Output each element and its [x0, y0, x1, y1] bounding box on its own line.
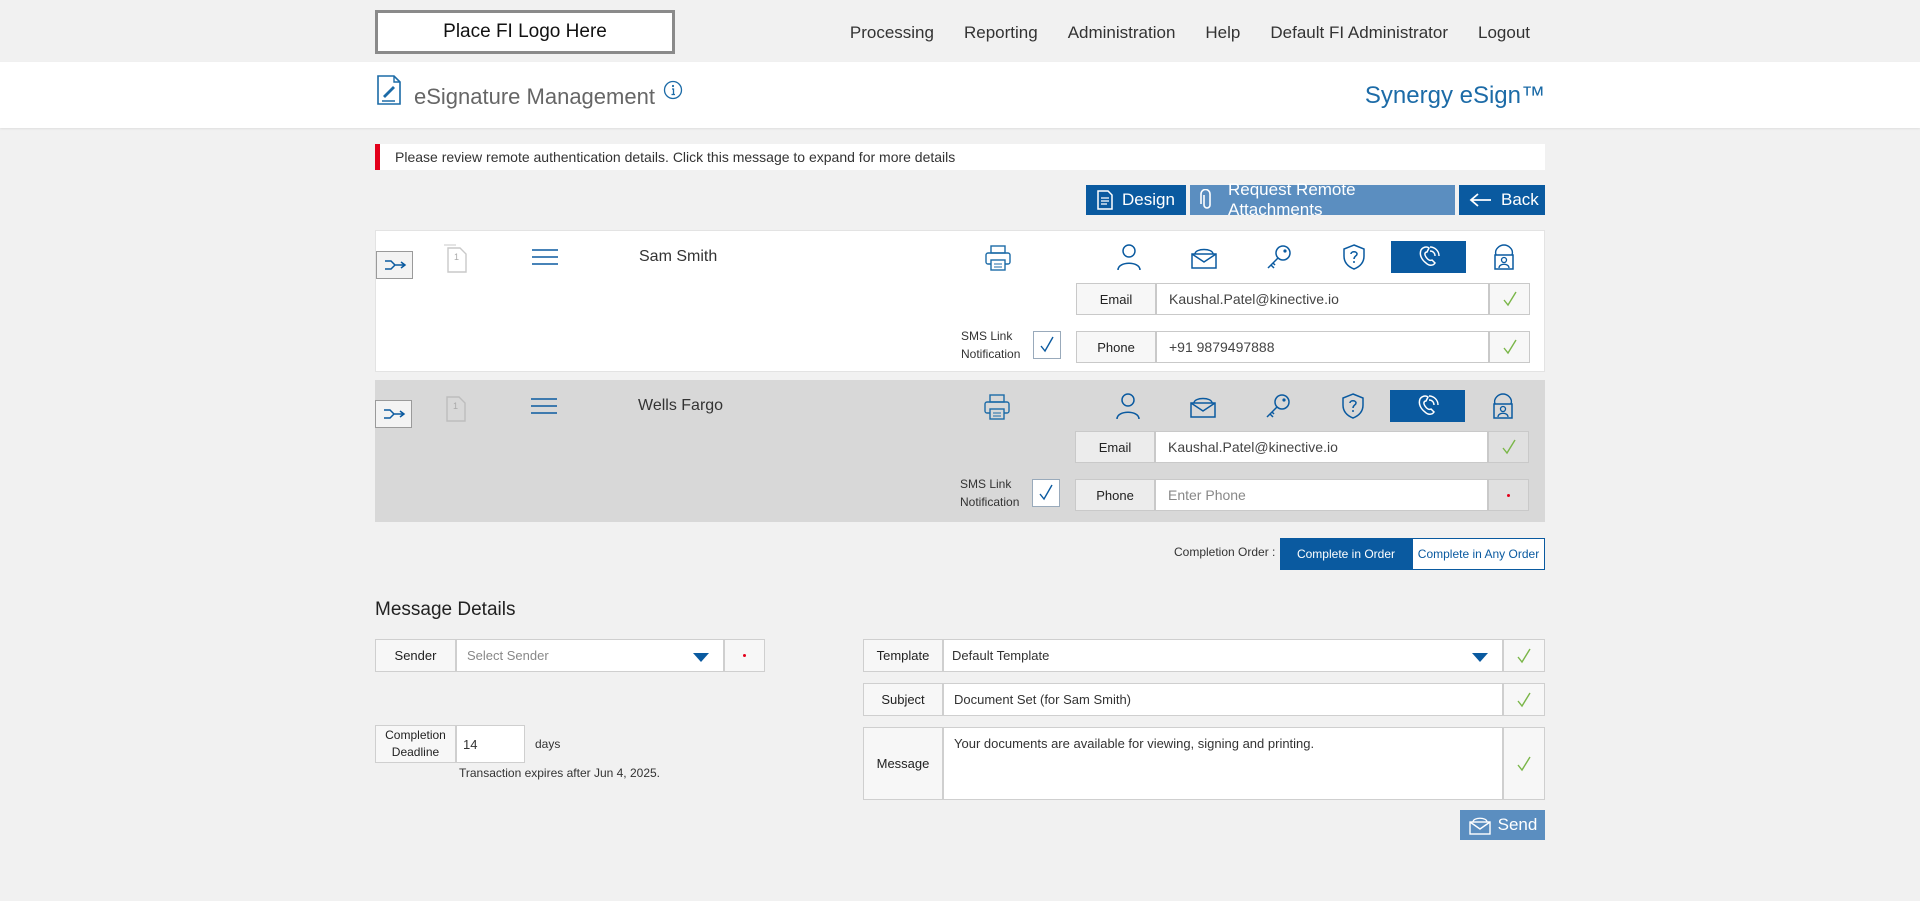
auth-shield-question-icon[interactable]	[1315, 390, 1390, 422]
email-field[interactable]: Kaushal.Patel@kinective.io	[1156, 283, 1489, 315]
chevron-down-icon	[693, 653, 709, 662]
template-label: Template	[863, 639, 943, 672]
info-icon[interactable]	[663, 80, 683, 100]
nav-logout[interactable]: Logout	[1478, 23, 1530, 43]
auth-email-icon[interactable]	[1166, 241, 1241, 273]
auth-bank-id-icon[interactable]	[1466, 241, 1541, 273]
subject-label: Subject	[863, 683, 943, 716]
days-label: days	[535, 737, 561, 751]
auth-person-icon[interactable]	[1091, 241, 1166, 273]
email-valid-check-icon	[1489, 283, 1530, 315]
completion-deadline-input[interactable]: 14	[456, 725, 525, 763]
auth-phone-icon[interactable]	[1390, 390, 1465, 422]
request-remote-attachments-button[interactable]: Request Remote Attachments	[1190, 180, 1455, 219]
chevron-down-icon	[1472, 653, 1488, 662]
template-valid-check-icon	[1503, 639, 1545, 672]
email-label: Email	[1076, 283, 1156, 315]
svg-text:1: 1	[454, 252, 459, 262]
signer-row: 1 Wells Fargo Email Kaushal.Patel@kinect…	[375, 380, 1545, 522]
message-label: Message	[863, 727, 943, 800]
printer-icon[interactable]	[984, 244, 1012, 272]
document-count-icon: 1	[441, 393, 467, 423]
sender-required-indicator	[724, 639, 765, 672]
template-select[interactable]: Default Template	[943, 639, 1503, 672]
auth-person-icon[interactable]	[1090, 390, 1165, 422]
email-label: Email	[1075, 431, 1155, 463]
completion-order-label: Completion Order :	[1174, 545, 1276, 559]
phone-label: Phone	[1076, 331, 1156, 363]
completion-deadline-label: Completion Deadline	[375, 725, 456, 763]
phone-required-indicator	[1488, 479, 1529, 511]
sms-notification-checkbox[interactable]	[1033, 331, 1061, 359]
design-document-icon	[1096, 190, 1114, 210]
fi-logo-placeholder: Place FI Logo Here	[375, 10, 675, 54]
sms-link-notification-label: SMS Link Notification	[960, 477, 1020, 509]
nav-help[interactable]: Help	[1205, 23, 1240, 43]
route-signer-button[interactable]	[376, 251, 413, 279]
send-label: Send	[1497, 815, 1538, 834]
document-count-icon: 1	[442, 244, 468, 274]
nav-reporting[interactable]: Reporting	[964, 23, 1038, 43]
sms-notification-checkbox[interactable]	[1032, 479, 1060, 507]
signer-name: Wells Fargo	[638, 397, 724, 414]
sms-link-notification-label: SMS Link Notification	[961, 329, 1021, 361]
phone-valid-check-icon	[1489, 331, 1530, 363]
nav-user-account[interactable]: Default FI Administrator	[1270, 23, 1448, 43]
subject-valid-check-icon	[1503, 683, 1545, 716]
signer-name: Sam Smith	[639, 248, 718, 265]
message-textarea[interactable]: Your documents are available for viewing…	[943, 727, 1503, 800]
hamburger-menu-icon[interactable]	[530, 397, 558, 415]
page-title: eSignature Management	[414, 84, 655, 109]
transaction-expiry-text: Transaction expires after Jun 4, 2025.	[459, 766, 660, 780]
phone-field[interactable]: +91 9879497888	[1156, 331, 1489, 363]
nav-processing[interactable]: Processing	[850, 23, 934, 43]
arrow-left-icon	[1469, 193, 1493, 207]
auth-bank-id-icon[interactable]	[1465, 390, 1540, 422]
auth-method-selector	[1091, 241, 1541, 273]
send-envelope-icon	[1468, 815, 1492, 835]
paperclip-icon	[1200, 189, 1214, 211]
sender-label: Sender	[375, 639, 456, 672]
brand-name: Synergy eSign™	[1364, 82, 1545, 109]
send-button[interactable]: Send	[1460, 810, 1545, 840]
email-valid-check-icon	[1488, 431, 1529, 463]
sender-select[interactable]: Select Sender	[456, 639, 724, 672]
complete-in-any-order-button[interactable]: Complete in Any Order	[1412, 538, 1545, 570]
auth-phone-icon[interactable]	[1391, 241, 1466, 273]
auth-email-icon[interactable]	[1165, 390, 1240, 422]
auth-key-icon[interactable]	[1240, 390, 1315, 422]
title-bar: eSignature Management Synergy eSign™	[0, 62, 1920, 128]
hamburger-menu-icon[interactable]	[531, 248, 559, 266]
email-field[interactable]: Kaushal.Patel@kinective.io	[1155, 431, 1488, 463]
design-label: Design	[1122, 190, 1175, 209]
phone-label: Phone	[1075, 479, 1155, 511]
back-button[interactable]: Back	[1459, 185, 1545, 215]
back-label: Back	[1501, 190, 1539, 209]
auth-method-selector	[1090, 390, 1540, 422]
message-details-heading: Message Details	[375, 599, 516, 620]
signer-row: 1 Sam Smith Email Kaushal.Patel@kinectiv…	[375, 230, 1545, 372]
request-attachments-label: Request Remote Attachments	[1228, 180, 1356, 219]
top-bar: Place FI Logo Here Processing Reporting …	[0, 0, 1920, 62]
nav-administration[interactable]: Administration	[1068, 23, 1176, 43]
subject-input[interactable]: Document Set (for Sam Smith)	[943, 683, 1503, 716]
message-valid-check-icon	[1503, 727, 1545, 800]
route-signer-button[interactable]	[375, 400, 412, 428]
svg-text:1: 1	[453, 401, 458, 411]
auth-key-icon[interactable]	[1241, 241, 1316, 273]
complete-in-order-button[interactable]: Complete in Order	[1280, 538, 1412, 570]
remote-auth-alert[interactable]: Please review remote authentication deta…	[375, 144, 1545, 170]
design-button[interactable]: Design	[1086, 185, 1186, 215]
esignature-document-icon	[376, 74, 402, 106]
printer-icon[interactable]	[983, 393, 1011, 421]
phone-field[interactable]: Enter Phone	[1155, 479, 1488, 511]
main-nav: Processing Reporting Administration Help…	[850, 0, 1530, 66]
auth-shield-question-icon[interactable]	[1316, 241, 1391, 273]
